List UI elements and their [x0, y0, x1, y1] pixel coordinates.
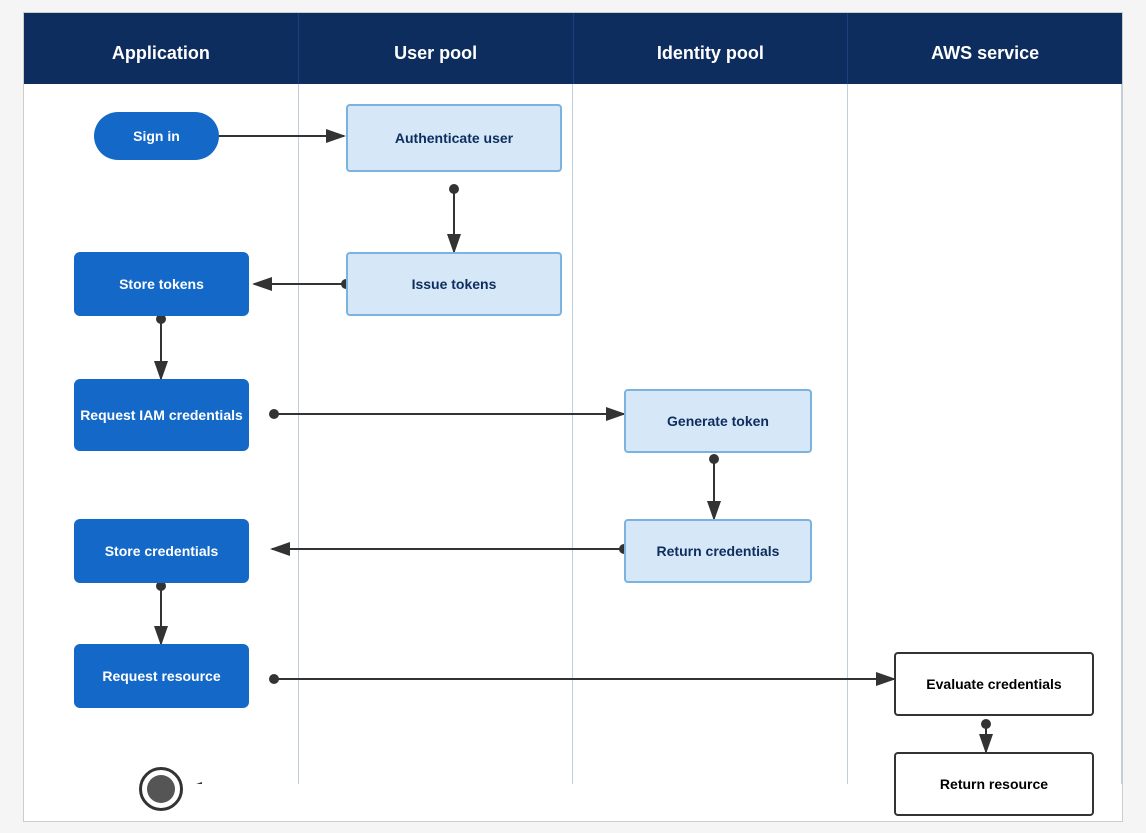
authenticate-user-node: Authenticate user: [346, 104, 562, 172]
end-node-inner: [147, 775, 175, 803]
columns-header: Application User pool Identity pool AWS …: [24, 13, 1122, 84]
request-resource-node: Request resource: [74, 644, 249, 708]
issue-tokens-node: Issue tokens: [346, 252, 562, 316]
col-identity-pool: Identity pool: [574, 13, 849, 84]
col-aws-service: AWS service: [848, 13, 1122, 84]
lane-user-pool: [299, 84, 574, 784]
return-resource-node: Return resource: [894, 752, 1094, 816]
swimlane-area: Sign in Authenticate user Issue tokens S…: [24, 84, 1122, 784]
diagram-container: Application User pool Identity pool AWS …: [23, 12, 1123, 822]
end-node: [139, 767, 183, 811]
col-application: Application: [24, 13, 299, 84]
sign-in-node: Sign in: [94, 112, 219, 160]
return-credentials-node: Return credentials: [624, 519, 812, 583]
evaluate-credentials-node: Evaluate credentials: [894, 652, 1094, 716]
store-tokens-node: Store tokens: [74, 252, 249, 316]
request-iam-node: Request IAM credentials: [74, 379, 249, 451]
store-credentials-node: Store credentials: [74, 519, 249, 583]
generate-token-node: Generate token: [624, 389, 812, 453]
col-user-pool: User pool: [299, 13, 574, 84]
